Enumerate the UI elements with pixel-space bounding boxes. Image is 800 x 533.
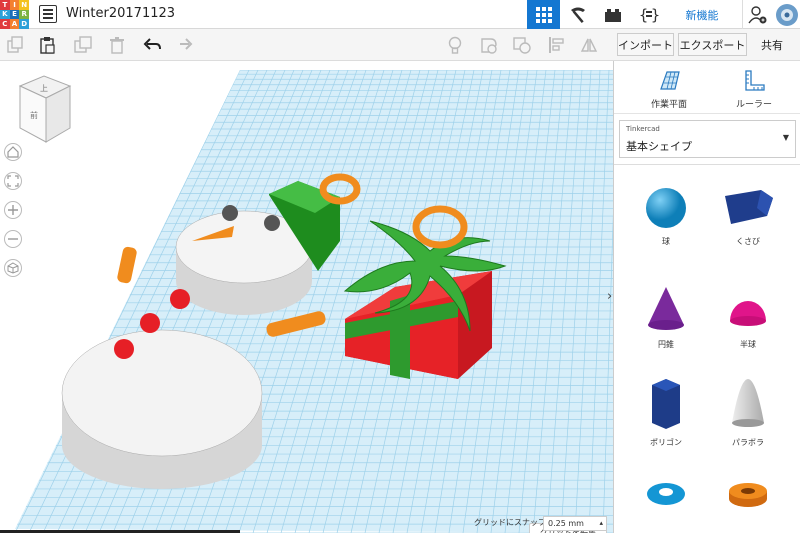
shape-label: 円錐: [658, 340, 674, 349]
divider: [614, 164, 800, 165]
logo-letter: R: [19, 9, 29, 20]
home-icon: [7, 146, 19, 158]
wedge-icon: [725, 190, 773, 224]
avatar-image: [775, 3, 798, 26]
brick-icon: [605, 8, 621, 22]
grid-view-icon: [535, 6, 552, 23]
shape-label: くさび: [736, 237, 760, 246]
shape-tube[interactable]: [718, 479, 778, 515]
design-title[interactable]: Winter20171123: [66, 6, 175, 21]
logo-letter: D: [19, 19, 29, 29]
redo-icon[interactable]: [175, 36, 193, 54]
view-cube[interactable]: 上 前: [10, 74, 72, 146]
cube-icon: [7, 262, 19, 274]
zoom-in-button[interactable]: [4, 201, 22, 219]
zoom-out-button[interactable]: [4, 230, 22, 248]
tube-icon: [729, 483, 767, 507]
add-user-button[interactable]: [742, 0, 770, 29]
share-button[interactable]: 共有: [751, 33, 793, 56]
user-avatar[interactable]: [773, 0, 800, 29]
workplane-tool[interactable]: 作業平面: [634, 69, 704, 110]
home-view-button[interactable]: [4, 143, 22, 161]
fit-icon: [7, 175, 19, 187]
shape-label: 半球: [740, 340, 756, 349]
shape-torus[interactable]: [636, 479, 696, 515]
add-user-icon: [747, 5, 766, 23]
shape-label: パラボラ: [732, 438, 764, 447]
align-icon[interactable]: [548, 36, 566, 54]
duplicate-icon[interactable]: [74, 36, 92, 54]
fit-view-button[interactable]: [4, 172, 22, 190]
torus-icon: [647, 483, 685, 505]
code-braces-icon: {}: [639, 6, 660, 24]
ruler-icon: [745, 70, 765, 91]
design-list-icon[interactable]: [39, 5, 57, 23]
dropdown-arrow-icon: ▼: [782, 133, 789, 142]
3d-workplane-viewport[interactable]: 上 前 グリッドを編集 グリッドにスナップ 0.25 mm ▴ ›: [0, 61, 613, 533]
edit-toolbar: インポート エクスポート 共有: [0, 29, 800, 61]
library-source: Tinkercad: [626, 125, 660, 133]
logo-letter: K: [0, 9, 10, 20]
import-button[interactable]: インポート: [617, 33, 674, 56]
ungroup-icon[interactable]: [513, 36, 531, 54]
shape-polygon[interactable]: ポリゴン: [636, 377, 696, 448]
copy-icon[interactable]: [6, 36, 24, 54]
paste-icon[interactable]: [38, 36, 56, 54]
workplane-label: 作業平面: [650, 100, 687, 110]
shape-library-dropdown[interactable]: Tinkercad 基本シェイプ ▼: [619, 120, 796, 158]
snap-grid-value: 0.25 mm: [548, 519, 584, 528]
export-button[interactable]: エクスポート: [678, 33, 747, 56]
shape-sphere[interactable]: 球: [636, 186, 696, 247]
shapes-panel: 作業平面 ルーラー Tinkercad 基本シェイプ ▼ 球 くさび 円錐 半球…: [613, 61, 800, 533]
snap-grid-select[interactable]: 0.25 mm ▴: [543, 516, 607, 531]
view-cube-front-label: 前: [30, 110, 38, 120]
plus-icon: [8, 205, 18, 215]
logo-letter: E: [9, 9, 20, 20]
codeblocks-button[interactable]: {}: [633, 0, 665, 29]
shape-wedge[interactable]: くさび: [718, 186, 778, 247]
workplane-scene: [10, 70, 613, 533]
delete-icon[interactable]: [108, 36, 126, 54]
shape-label: ポリゴン: [650, 438, 682, 447]
3d-design-view-button[interactable]: [527, 0, 560, 29]
view-cube-top-label: 上: [40, 84, 48, 93]
logo-letter: T: [0, 0, 10, 10]
polygon-icon: [652, 379, 680, 429]
workplane-icon: [660, 71, 680, 90]
tinkercad-logo[interactable]: T I N K E R C A D: [0, 0, 29, 29]
collapse-panel-chevron-icon[interactable]: ›: [607, 289, 612, 304]
logo-letter: A: [9, 19, 20, 29]
ruler-label: ルーラー: [735, 100, 772, 110]
mirror-icon[interactable]: [580, 36, 598, 54]
half-sphere-icon: [730, 301, 766, 326]
logo-letter: I: [9, 0, 20, 10]
undo-icon[interactable]: [143, 36, 161, 54]
svg-text:}: }: [651, 6, 660, 24]
minus-icon: [8, 238, 18, 240]
paraboloid-icon: [732, 379, 764, 427]
chevron-up-icon: ▴: [599, 519, 603, 527]
logo-letter: N: [19, 0, 29, 10]
shape-label: 球: [662, 237, 670, 246]
shape-half-sphere[interactable]: 半球: [718, 291, 778, 350]
perspective-button[interactable]: [4, 259, 22, 277]
snap-grid-label: グリッドにスナップ: [474, 518, 546, 527]
ruler-tool[interactable]: ルーラー: [719, 69, 789, 110]
library-name: 基本シェイプ: [626, 140, 692, 153]
cone-icon: [648, 287, 684, 330]
shape-paraboloid[interactable]: パラボラ: [718, 377, 778, 448]
group-icon[interactable]: [480, 36, 498, 54]
divider: [614, 113, 800, 114]
lego-bricks-button[interactable]: [598, 0, 628, 29]
whats-new-button[interactable]: 新機能: [673, 0, 731, 29]
sphere-icon: [646, 188, 686, 228]
lightbulb-icon[interactable]: [446, 36, 464, 54]
minecraft-pickaxe-button[interactable]: [563, 0, 593, 29]
shape-cone[interactable]: 円錐: [636, 285, 696, 350]
pickaxe-icon: [571, 7, 585, 23]
top-bar: T I N K E R C A D Winter20171123 {} 新機能: [0, 0, 800, 29]
logo-letter: C: [0, 19, 10, 29]
